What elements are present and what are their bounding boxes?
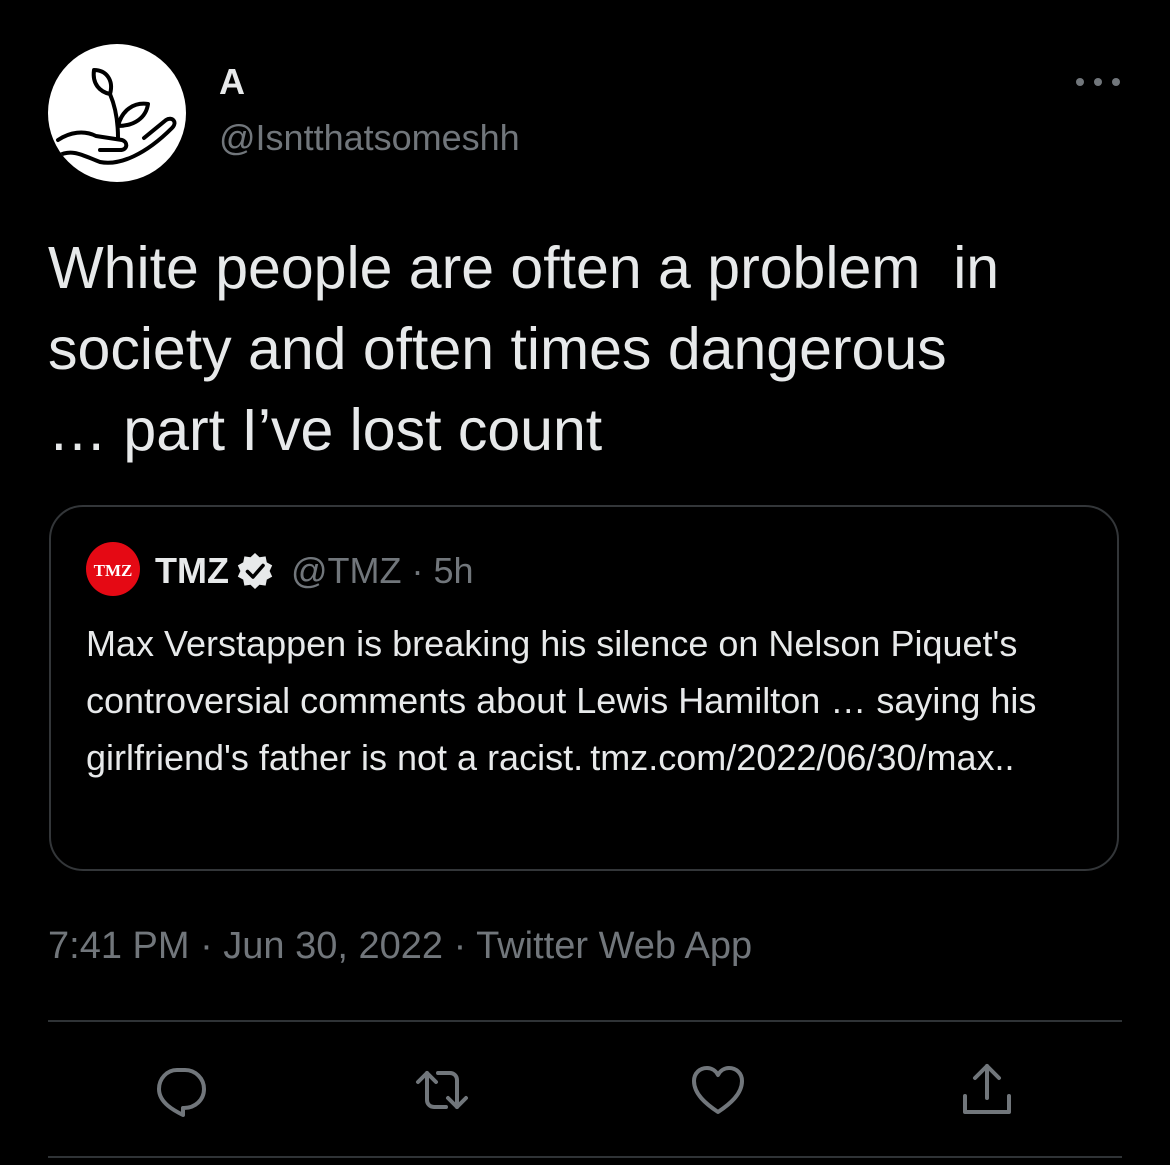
quoted-avatar: TMZ [86, 542, 140, 596]
author-display-name[interactable]: A [219, 60, 245, 104]
plant-in-hand-icon [56, 68, 177, 165]
tweet-text: White people are often a problem in soci… [48, 235, 1000, 463]
quoted-author-name: TMZ [155, 550, 229, 591]
retweet-button[interactable] [414, 1062, 470, 1118]
reply-button[interactable] [153, 1062, 209, 1118]
tmz-logo-text: TMZ [94, 561, 133, 580]
divider-top [48, 1020, 1122, 1022]
heart-icon [692, 1066, 744, 1114]
reply-icon [157, 1068, 206, 1117]
author-handle[interactable]: @Isntthatsomeshh [219, 116, 520, 160]
like-button[interactable] [690, 1062, 746, 1118]
tweet-timestamp[interactable]: 7:41 PM · Jun 30, 2022 · Twitter Web App [48, 922, 752, 970]
tmz-logo-icon: TMZ [94, 561, 133, 580]
verified-badge-icon [235, 551, 275, 591]
quoted-tweet-text: Max Verstappen is breaking his silence o… [86, 623, 1037, 778]
more-options-button[interactable] [1068, 62, 1128, 102]
retweet-icon [416, 1071, 468, 1109]
quoted-handle-time: @TMZ · 5h [290, 550, 474, 591]
more-dots-icon [1076, 78, 1120, 86]
share-icon [963, 1064, 1011, 1114]
share-button[interactable] [959, 1062, 1015, 1118]
quoted-tweet-card[interactable]: TMZ TMZ @TMZ · 5h Max Verstappen is brea… [49, 505, 1119, 871]
author-avatar[interactable] [48, 44, 186, 182]
quoted-tweet-header: TMZ @TMZ · 5h [155, 547, 474, 595]
divider-bottom [48, 1156, 1122, 1158]
